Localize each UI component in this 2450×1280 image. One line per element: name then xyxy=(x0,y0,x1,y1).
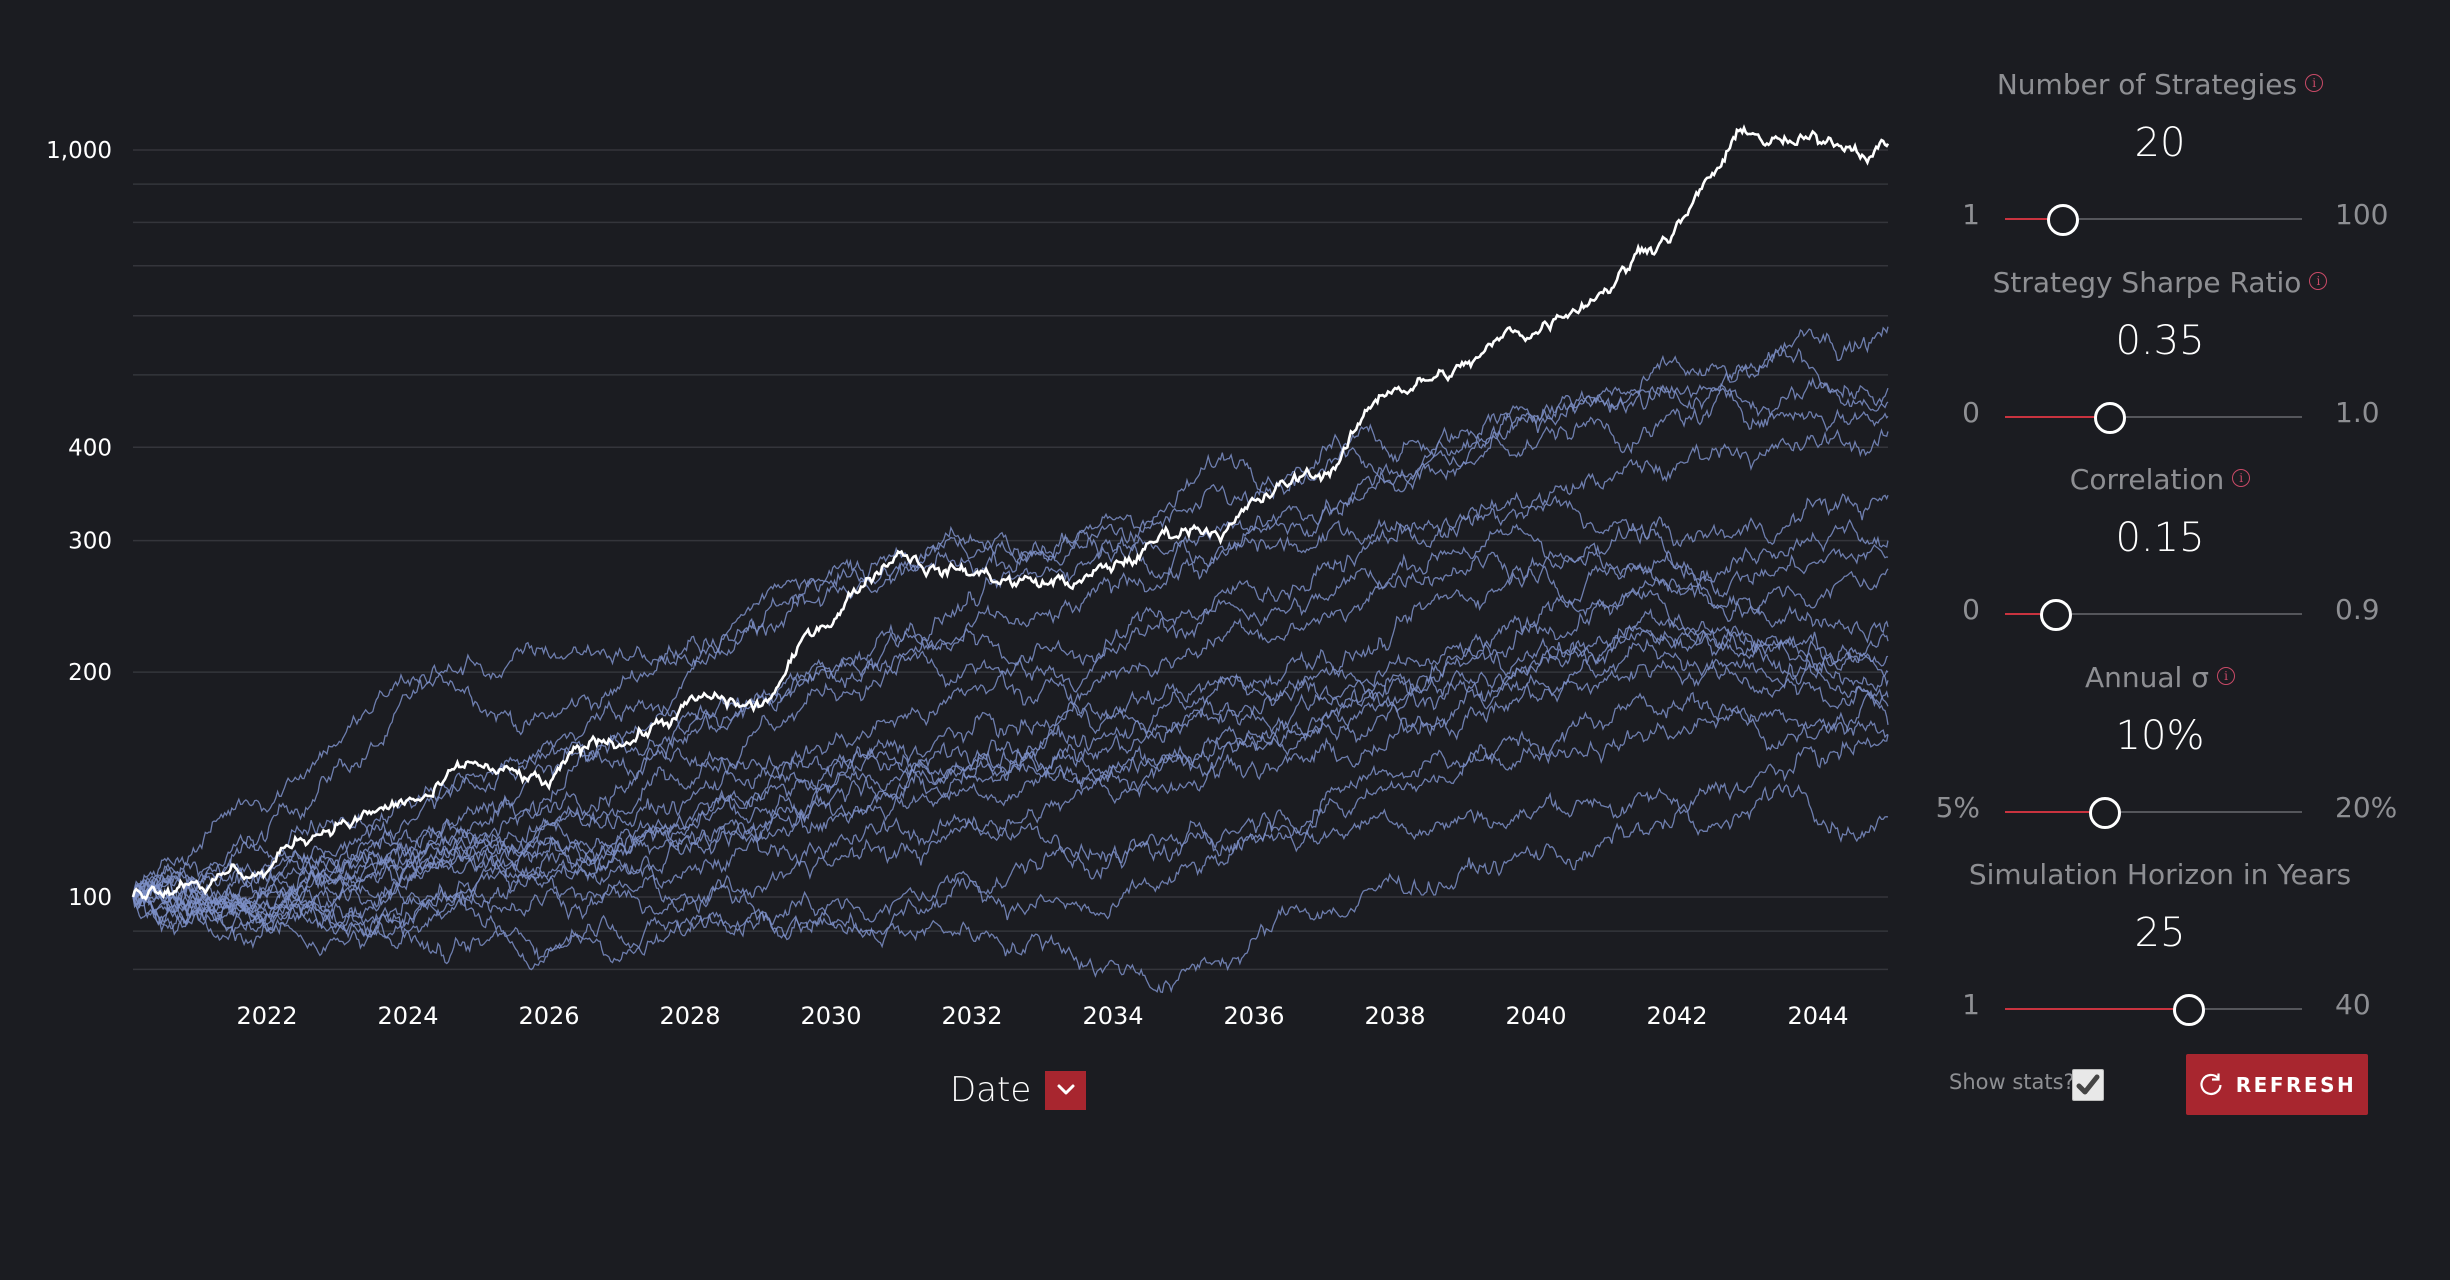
simulation-chart: 1,000400300200100 2022 2024 2026 2028 2030 20… xyxy=(46,124,1890,1030)
slider-max-label: 1.0 xyxy=(2335,396,2380,429)
info-icon[interactable]: i xyxy=(2309,272,2328,290)
slider-track[interactable] xyxy=(2005,994,2302,1026)
strategy-line-4 xyxy=(132,382,1889,912)
refresh-icon xyxy=(2200,1073,2222,1095)
x-tick-label: 2032 xyxy=(941,1002,1002,1030)
portfolio-line xyxy=(131,124,1890,901)
control-title: Strategy Sharpe Ratio i xyxy=(1930,266,2390,299)
strategy-line-15 xyxy=(132,637,1889,942)
x-tick-label: 2026 xyxy=(518,1002,579,1030)
portfolio-series xyxy=(131,124,1890,901)
info-icon[interactable]: i xyxy=(2305,74,2324,92)
strategy-line-17 xyxy=(132,691,1889,939)
info-icon[interactable]: i xyxy=(2232,469,2251,487)
slider-fill xyxy=(2005,1008,2188,1010)
y-tick-label: 200 xyxy=(68,660,112,686)
control-title-text: Simulation Horizon in Years xyxy=(1968,858,2352,891)
show-stats-label: Show stats? xyxy=(1949,1070,2075,1094)
control-title: Correlation i xyxy=(1930,463,2390,496)
slider-thumb[interactable] xyxy=(2047,204,2080,236)
control-value: 20 xyxy=(2134,120,2186,166)
strategy-line-19 xyxy=(132,734,1889,994)
x-tick-label: 2036 xyxy=(1223,1002,1284,1030)
slider-thumb[interactable] xyxy=(2039,599,2072,631)
y-axis-ticks: 1,000 400 300 200 100 xyxy=(46,138,112,911)
slider-max-label: 0.9 xyxy=(2335,593,2380,626)
slider-track[interactable] xyxy=(2005,204,2302,236)
strategy-line-6 xyxy=(132,493,1889,910)
x-tick-label: 2030 xyxy=(800,1002,861,1030)
x-tick-label: 2040 xyxy=(1505,1002,1566,1030)
refresh-button[interactable]: REFRESH xyxy=(2186,1054,2368,1115)
checkmark-icon xyxy=(2076,1074,2100,1095)
x-axis-selector: Date xyxy=(950,1070,1087,1110)
strategy-series xyxy=(132,326,1889,994)
x-tick-label: 2022 xyxy=(236,1002,297,1030)
slider-min-label: 1 xyxy=(1962,988,1980,1021)
control-title: Simulation Horizon in Years xyxy=(1930,858,2390,891)
refresh-label: REFRESH xyxy=(2235,1072,2357,1097)
x-axis-ticks: 2022 2024 2026 2028 2030 2032 2034 2036 2038 2040… xyxy=(236,1002,1848,1030)
slider-track[interactable] xyxy=(2005,599,2302,631)
info-icon[interactable]: i xyxy=(2216,667,2235,685)
x-axis-label: Date xyxy=(950,1070,1032,1110)
strategy-line-8 xyxy=(132,542,1889,917)
strategy-line-10 xyxy=(132,575,1889,936)
slider-min-label: 0 xyxy=(1962,396,1980,429)
x-axis-dropdown-button[interactable] xyxy=(1045,1070,1087,1110)
slider-max-label: 40 xyxy=(2335,988,2371,1021)
slider-track[interactable] xyxy=(2005,402,2302,434)
slider-track[interactable] xyxy=(2005,797,2302,829)
control-value: 25 xyxy=(2134,910,2186,956)
slider-thumb[interactable] xyxy=(2088,797,2121,829)
x-tick-label: 2024 xyxy=(377,1002,438,1030)
x-tick-label: 2038 xyxy=(1364,1002,1425,1030)
slider-thumb[interactable] xyxy=(2093,402,2126,434)
strategy-line-9 xyxy=(132,564,1889,899)
strategy-line-20 xyxy=(132,782,1889,965)
control-title: Number of Strategies i xyxy=(1930,68,2390,101)
strategy-line-2 xyxy=(132,344,1889,898)
x-tick-label: 2044 xyxy=(1787,1002,1848,1030)
slider-max-label: 100 xyxy=(2335,198,2389,231)
control-title: Annual σ i xyxy=(1930,661,2390,694)
control-title-text: Correlation xyxy=(2069,463,2225,496)
slider-thumb[interactable] xyxy=(2172,994,2205,1026)
control-value: 0.15 xyxy=(2115,515,2205,561)
x-tick-label: 2042 xyxy=(1646,1002,1707,1030)
control-title-text: Strategy Sharpe Ratio xyxy=(1992,266,2302,299)
control-title-text: Number of Strategies xyxy=(1996,68,2298,101)
y-tick-label: 400 xyxy=(68,435,112,461)
y-tick-label: 100 xyxy=(68,885,112,911)
control-value: 0.35 xyxy=(2115,318,2205,364)
slider-max-label: 20% xyxy=(2335,791,2398,824)
chevron-down-icon xyxy=(1057,1084,1075,1095)
show-stats-checkbox[interactable] xyxy=(2072,1069,2104,1101)
y-tick-label: 1,000 xyxy=(46,138,112,164)
x-tick-label: 2028 xyxy=(659,1002,720,1030)
strategy-line-1 xyxy=(132,326,1889,898)
x-tick-label: 2034 xyxy=(1082,1002,1143,1030)
slider-min-label: 5% xyxy=(1935,791,1980,824)
y-tick-label: 300 xyxy=(68,529,112,555)
control-title-text: Annual σ xyxy=(2085,661,2209,694)
control-value: 10% xyxy=(2115,713,2205,759)
strategy-line-3 xyxy=(132,376,1889,898)
slider-min-label: 0 xyxy=(1962,593,1980,626)
slider-min-label: 1 xyxy=(1962,198,1980,231)
